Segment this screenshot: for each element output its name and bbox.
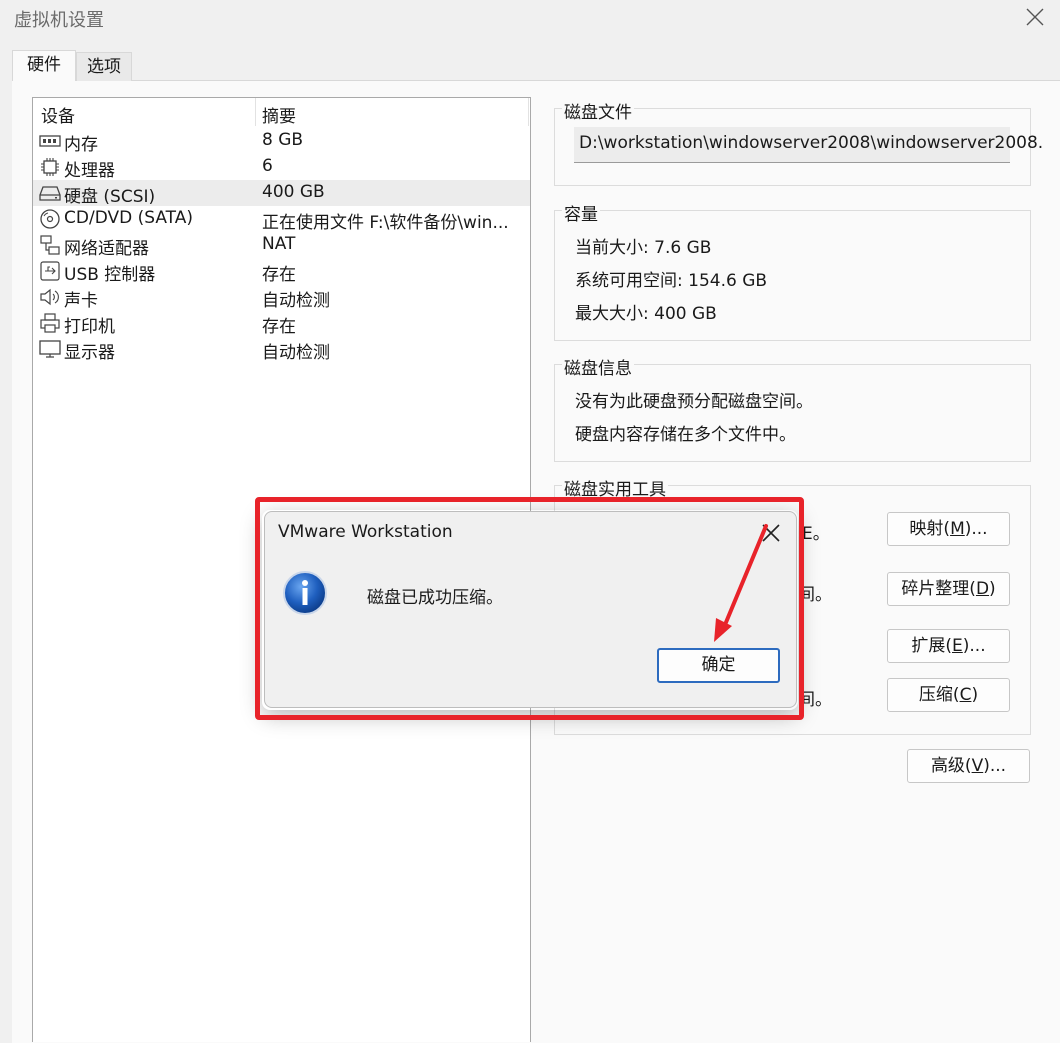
printer-icon (40, 313, 60, 333)
device-summary: 6 (262, 156, 273, 176)
cd-dvd-icon (40, 209, 60, 229)
current-size-value: 7.6 GB (654, 238, 712, 258)
max-size-label: 最大大小: (575, 304, 649, 324)
close-icon (1026, 8, 1044, 26)
sound-icon (40, 288, 59, 306)
annotation-arrow (714, 524, 768, 642)
capacity-group-title: 容量 (562, 200, 600, 225)
device-name: CD/DVD (SATA) (64, 208, 193, 228)
processor-icon (41, 158, 59, 176)
device-row-usb[interactable]: USB 控制器 存在 (33, 258, 530, 285)
device-summary: 正在使用文件 F:\软件备份\win... (262, 213, 509, 233)
max-size-row: 最大大小: 400 GB (575, 299, 717, 324)
free-space-label: 系统可用空间: (575, 271, 683, 291)
usb-icon (40, 261, 60, 281)
device-name: 显示器 (64, 343, 115, 363)
device-summary: 8 GB (262, 130, 304, 150)
device-name: 处理器 (64, 161, 115, 181)
map-button[interactable]: 映射(M)... (887, 512, 1010, 546)
device-row-display[interactable]: 显示器 自动检测 (33, 336, 530, 363)
expand-button[interactable]: 扩展(E)... (887, 629, 1010, 663)
device-name: 内存 (64, 135, 98, 155)
current-size-label: 当前大小: (575, 238, 649, 258)
harddisk-icon (39, 186, 61, 201)
device-row-printer[interactable]: 打印机 存在 (33, 310, 530, 337)
display-icon (39, 340, 61, 358)
current-size-row: 当前大小: 7.6 GB (575, 233, 711, 258)
utility-description-fragment: E。 (802, 524, 830, 544)
disk-file-path: D:\workstation\windowserver2008\windowse… (579, 133, 1044, 153)
disk-info-group-title: 磁盘信息 (562, 354, 634, 379)
device-name: 网络适配器 (64, 239, 149, 259)
device-row-processor[interactable]: 处理器 6 (33, 154, 530, 181)
defragment-button[interactable]: 碎片整理(D) (887, 572, 1010, 606)
device-summary: 自动检测 (262, 291, 330, 311)
column-divider (255, 98, 256, 126)
disk-info-line: 硬盘内容存储在多个文件中。 (575, 425, 796, 445)
device-summary: 自动检测 (262, 343, 330, 363)
memory-icon (39, 135, 61, 147)
tab-hardware[interactable]: 硬件 (12, 50, 76, 81)
device-row-network[interactable]: 网络适配器 NAT (33, 232, 530, 259)
free-space-row: 系统可用空间: 154.6 GB (575, 266, 767, 291)
disk-file-group-title: 磁盘文件 (562, 98, 634, 123)
column-header-device[interactable]: 设备 (41, 102, 75, 127)
device-name: USB 控制器 (64, 265, 156, 285)
device-row-harddisk[interactable]: 硬盘 (SCSI) 400 GB (33, 180, 530, 207)
device-name: 硬盘 (SCSI) (64, 187, 156, 207)
advanced-button[interactable]: 高级(V)... (907, 749, 1030, 783)
window-title: 虚拟机设置 (14, 10, 104, 31)
device-summary: 存在 (262, 265, 296, 285)
device-row-sound[interactable]: 声卡 自动检测 (33, 284, 530, 311)
title-bar: 虚拟机设置 (0, 0, 1060, 36)
max-size-value: 400 GB (654, 304, 717, 324)
device-row-memory[interactable]: 内存 8 GB (33, 128, 530, 155)
device-name: 声卡 (64, 291, 98, 311)
device-summary: NAT (262, 234, 296, 254)
device-name: 打印机 (64, 317, 115, 337)
disk-file-path-field[interactable]: D:\workstation\windowserver2008\windowse… (574, 127, 1043, 163)
device-summary: 400 GB (262, 182, 325, 202)
network-adapter-icon (40, 235, 60, 255)
free-space-value: 154.6 GB (688, 271, 768, 291)
tab-options[interactable]: 选项 (76, 52, 132, 81)
column-header-summary[interactable]: 摘要 (262, 102, 296, 127)
column-divider (528, 98, 529, 126)
disk-info-line: 没有为此硬盘预分配磁盘空间。 (575, 392, 813, 412)
device-row-cd-dvd[interactable]: CD/DVD (SATA) 正在使用文件 F:\软件备份\win... (33, 206, 530, 233)
window-close-button[interactable] (1018, 0, 1054, 34)
compact-button[interactable]: 压缩(C) (887, 678, 1010, 712)
device-summary: 存在 (262, 317, 296, 337)
